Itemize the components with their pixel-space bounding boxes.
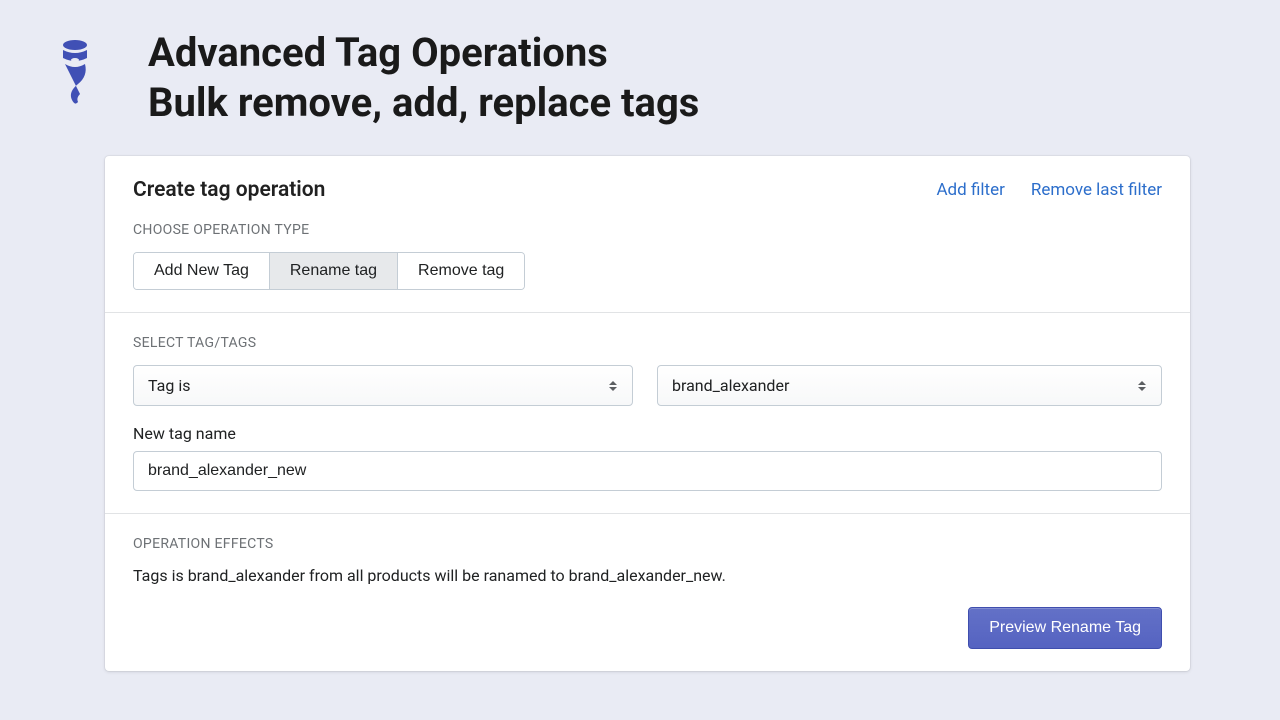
tag-selector-row: Tag is brand_alexander (133, 365, 1162, 406)
select-tags-label: SELECT TAG/TAGS (133, 335, 1162, 351)
remove-tag-button[interactable]: Remove tag (398, 253, 524, 289)
operation-effects-section: OPERATION EFFECTS Tags is brand_alexande… (105, 513, 1190, 671)
add-filter-link[interactable]: Add filter (936, 180, 1004, 200)
operation-type-group: Add New Tag Rename tag Remove tag (133, 252, 525, 290)
tag-value-wrap: brand_alexander (657, 365, 1162, 406)
tag-value-select[interactable]: brand_alexander (657, 365, 1162, 406)
tag-condition-select[interactable]: Tag is (133, 365, 633, 406)
operation-effects-text: Tags is brand_alexander from all product… (133, 566, 1162, 585)
new-tag-name-label: New tag name (133, 424, 1162, 443)
preview-rename-tag-button[interactable]: Preview Rename Tag (968, 607, 1162, 649)
operation-effects-label: OPERATION EFFECTS (133, 536, 1162, 552)
remove-last-filter-link[interactable]: Remove last filter (1031, 180, 1162, 200)
rename-tag-button[interactable]: Rename tag (270, 253, 398, 289)
genie-logo-icon (50, 36, 100, 106)
new-tag-name-input[interactable] (133, 451, 1162, 491)
select-tags-section: SELECT TAG/TAGS Tag is brand_alexander N… (105, 312, 1190, 513)
page-header: Advanced Tag Operations Bulk remove, add… (0, 0, 1280, 156)
card-header: Create tag operation Add filter Remove l… (105, 156, 1190, 222)
page-subtitle: Bulk remove, add, replace tags (148, 78, 699, 128)
page-title: Advanced Tag Operations (148, 28, 699, 78)
operation-card: Create tag operation Add filter Remove l… (105, 156, 1190, 671)
add-new-tag-button[interactable]: Add New Tag (134, 253, 270, 289)
operation-type-label: CHOOSE OPERATION TYPE (133, 222, 1162, 238)
operation-type-section: CHOOSE OPERATION TYPE Add New Tag Rename… (105, 222, 1190, 312)
card-title: Create tag operation (133, 178, 325, 202)
tag-condition-wrap: Tag is (133, 365, 633, 406)
card-header-actions: Add filter Remove last filter (936, 180, 1162, 200)
